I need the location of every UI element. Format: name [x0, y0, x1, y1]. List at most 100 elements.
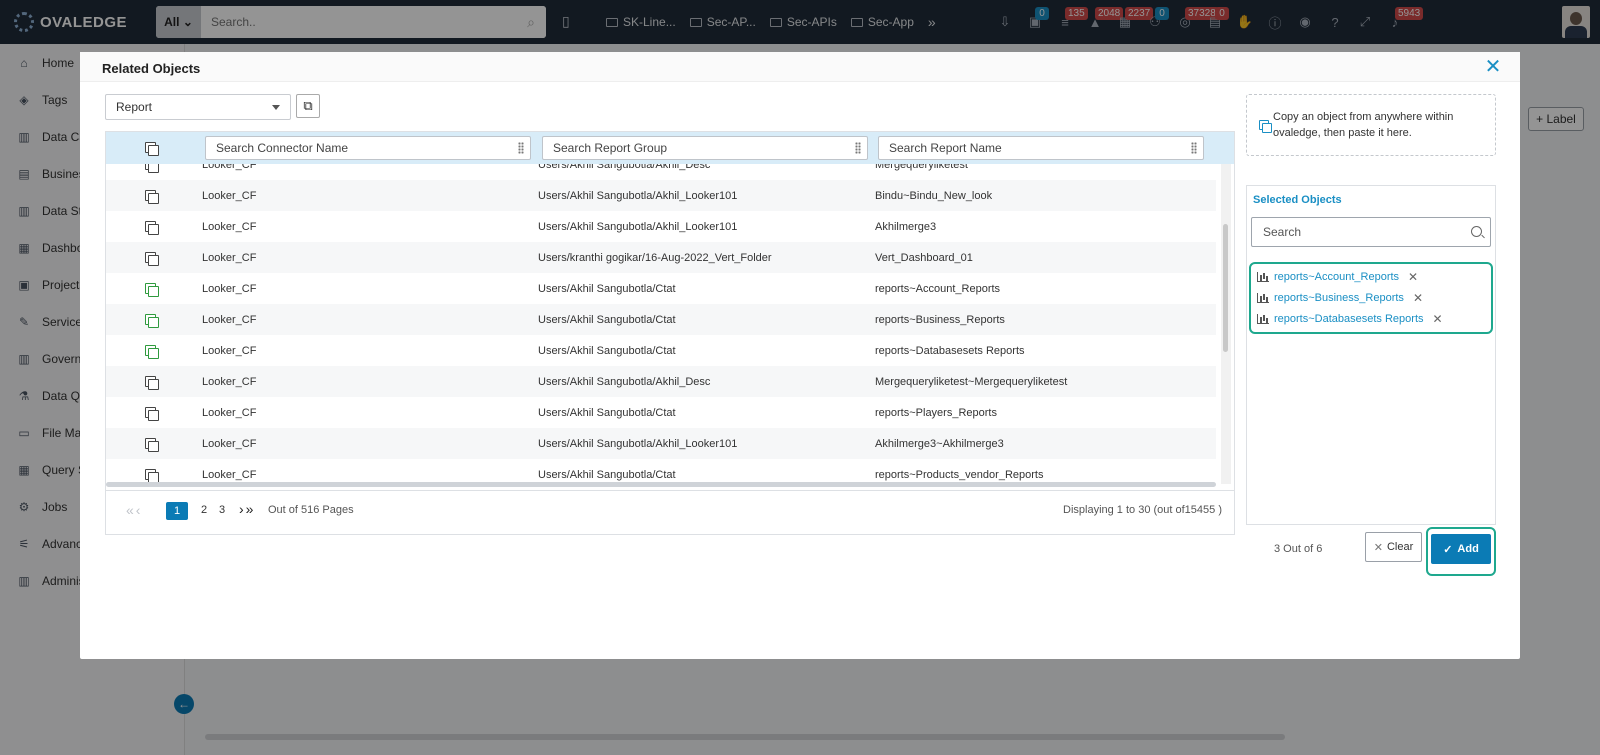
selected-chip[interactable]: reports~Business_Reports ✕ [1257, 289, 1423, 307]
report-name-cell: Mergequeryliketest [875, 164, 968, 171]
caret-down-icon [272, 105, 280, 110]
connector-cell: Looker_CF [202, 314, 257, 326]
vertical-scrollbar[interactable] [1221, 164, 1231, 484]
add-label: Add [1457, 543, 1479, 555]
report-group-cell: Users/Akhil Sangubotla/Akhil_Desc [538, 164, 711, 171]
page-total: Out of 516 Pages [268, 504, 354, 516]
copy-icon[interactable] [145, 438, 159, 452]
table-row[interactable]: Looker_CF Users/Akhil Sangubotla/Akhil_Lo… [106, 211, 1216, 242]
copy-icon[interactable] [145, 283, 159, 297]
report-name-cell: Akhilmerge3~Akhilmerge3 [875, 438, 1004, 450]
object-type-value: Report [116, 100, 153, 114]
copy-icon[interactable] [145, 469, 159, 483]
report-name-cell: Mergequeryliketest~Mergequeryliketest [875, 376, 1068, 388]
remove-icon[interactable]: ✕ [1433, 312, 1443, 326]
connector-search-input[interactable]: Search Connector Name [205, 136, 531, 160]
remove-icon[interactable]: ✕ [1408, 270, 1418, 284]
group-search-placeholder: Search Report Group [553, 141, 668, 155]
selected-search-placeholder: Search [1263, 225, 1302, 239]
report-group-cell: Users/Akhil Sangubotla/Ctat [538, 345, 676, 357]
report-name-cell: reports~Products_vendor_Reports [875, 469, 1044, 481]
table-row[interactable]: Looker_CF Users/Akhil Sangubotla/Akhil_Lo… [106, 428, 1216, 459]
copy-icon[interactable] [145, 252, 159, 266]
report-name-cell: Bindu~Bindu_New_look [875, 190, 993, 202]
clear-label: Clear [1386, 541, 1414, 553]
table-row[interactable]: Looker_CF Users/Akhil Sangubotla/Ctat repo… [106, 459, 1216, 483]
copy-icon[interactable] [145, 314, 159, 328]
related-objects-modal: Related Objects ✕ Report ⧉ Search Connec… [80, 52, 1520, 659]
table-row[interactable]: Looker_CF Users/Akhil Sangubotla/Ctat repo… [106, 335, 1216, 366]
table-row[interactable]: Looker_CF Users/Akhil Sangubotla/Ctat repo… [106, 273, 1216, 304]
report-name-cell: reports~Business_Reports [875, 314, 1005, 326]
chip-label: reports~Account_Reports [1274, 271, 1400, 283]
report-icon [1257, 314, 1269, 324]
selected-chip[interactable]: reports~Account_Reports ✕ [1257, 268, 1418, 286]
copy-icon[interactable] [145, 407, 159, 421]
table-row[interactable]: Looker_CF Users/Akhil Sangubotla/Ctat repo… [106, 304, 1216, 335]
first-prev-page-icon[interactable]: «‹ [126, 502, 142, 518]
table-row[interactable]: Looker_CF Users/Akhil Sangubotla/Ctat repo… [106, 397, 1216, 428]
connector-cell: Looker_CF [202, 345, 257, 357]
next-last-page-icon[interactable]: ›» [239, 501, 255, 517]
clear-button[interactable]: ✕ Clear [1365, 532, 1422, 562]
selected-objects-panel: Selected Objects Search reports~Account_… [1246, 185, 1496, 525]
selection-count: 3 Out of 6 [1274, 543, 1323, 555]
copy-icon[interactable] [145, 221, 159, 235]
report-name-cell: reports~Players_Reports [875, 407, 997, 419]
page-2[interactable]: 2 [201, 504, 207, 516]
report-group-cell: Users/Akhil Sangubotla/Akhil_Looker101 [538, 221, 738, 233]
modal-title: Related Objects [102, 61, 201, 76]
copy-icon [1259, 120, 1272, 133]
connector-cell: Looker_CF [202, 283, 257, 295]
report-name-cell: Akhilmerge3 [875, 221, 937, 233]
page-3[interactable]: 3 [219, 504, 225, 516]
report-group-cell: Users/Akhil Sangubotla/Akhil_Looker101 [538, 190, 738, 202]
add-button[interactable]: ✓ Add [1431, 534, 1491, 564]
report-group-cell: Users/Akhil Sangubotla/Ctat [538, 469, 676, 481]
drag-handle-icon[interactable] [1191, 142, 1197, 154]
selected-chip[interactable]: reports~Databasesets Reports ✕ [1257, 310, 1443, 328]
chip-label: reports~Databasesets Reports [1274, 313, 1424, 325]
object-type-select[interactable]: Report [105, 94, 291, 120]
copy-icon[interactable] [145, 164, 159, 173]
drag-handle-icon[interactable] [518, 142, 524, 154]
scroll-thumb[interactable] [1223, 224, 1228, 352]
paste-drop-zone[interactable]: Copy an object from anywhere within oval… [1246, 94, 1496, 156]
remove-icon[interactable]: ✕ [1413, 291, 1423, 305]
close-icon[interactable]: ✕ [1483, 57, 1503, 77]
open-external-icon[interactable]: ⧉ [296, 94, 320, 118]
close-icon: ✕ [1373, 541, 1383, 554]
connector-cell: Looker_CF [202, 376, 257, 388]
report-icon [1257, 272, 1269, 282]
modal-header [80, 52, 1520, 82]
selected-chip-list: reports~Account_Reports ✕ reports~Business… [1249, 262, 1493, 334]
copy-icon[interactable] [145, 376, 159, 390]
copy-all-icon[interactable] [145, 142, 159, 156]
connector-cell: Looker_CF [202, 469, 257, 481]
connector-cell: Looker_CF [202, 407, 257, 419]
group-search-input[interactable]: Search Report Group [542, 136, 868, 160]
report-name-cell: Vert_Dashboard_01 [875, 252, 973, 264]
report-group-cell: Users/Akhil Sangubotla/Ctat [538, 407, 676, 419]
objects-grid: Search Connector Name Search Report Grou… [105, 131, 1235, 491]
selected-search-input[interactable]: Search [1251, 217, 1491, 247]
drag-handle-icon[interactable] [855, 142, 861, 154]
connector-cell: Looker_CF [202, 164, 257, 171]
table-row[interactable]: Looker_CF Users/Akhil Sangubotla/Akhil_Lo… [106, 180, 1216, 211]
page-current[interactable]: 1 [166, 502, 188, 520]
table-row[interactable]: Looker_CF Users/kranthi gogikar/16-Aug-20… [106, 242, 1216, 273]
copy-icon[interactable] [145, 190, 159, 204]
table-row[interactable]: Looker_CF Users/Akhil Sangubotla/Akhil_De… [106, 164, 1216, 180]
name-search-input[interactable]: Search Report Name [878, 136, 1204, 160]
grid-horizontal-scrollbar[interactable] [106, 482, 1216, 487]
connector-search-placeholder: Search Connector Name [216, 141, 349, 155]
pagination: «‹ 1 2 3 ›» Out of 516 Pages Displaying … [105, 491, 1235, 535]
grid-header: Search Connector Name Search Report Grou… [106, 132, 1234, 164]
copy-icon[interactable] [145, 345, 159, 359]
report-name-cell: reports~Account_Reports [875, 283, 1001, 295]
paste-hint: Copy an object from anywhere within oval… [1273, 111, 1454, 139]
grid-body: Looker_CF Users/Akhil Sangubotla/Akhil_De… [106, 164, 1216, 483]
search-icon [1471, 226, 1482, 237]
connector-cell: Looker_CF [202, 438, 257, 450]
table-row[interactable]: Looker_CF Users/Akhil Sangubotla/Akhil_De… [106, 366, 1216, 397]
